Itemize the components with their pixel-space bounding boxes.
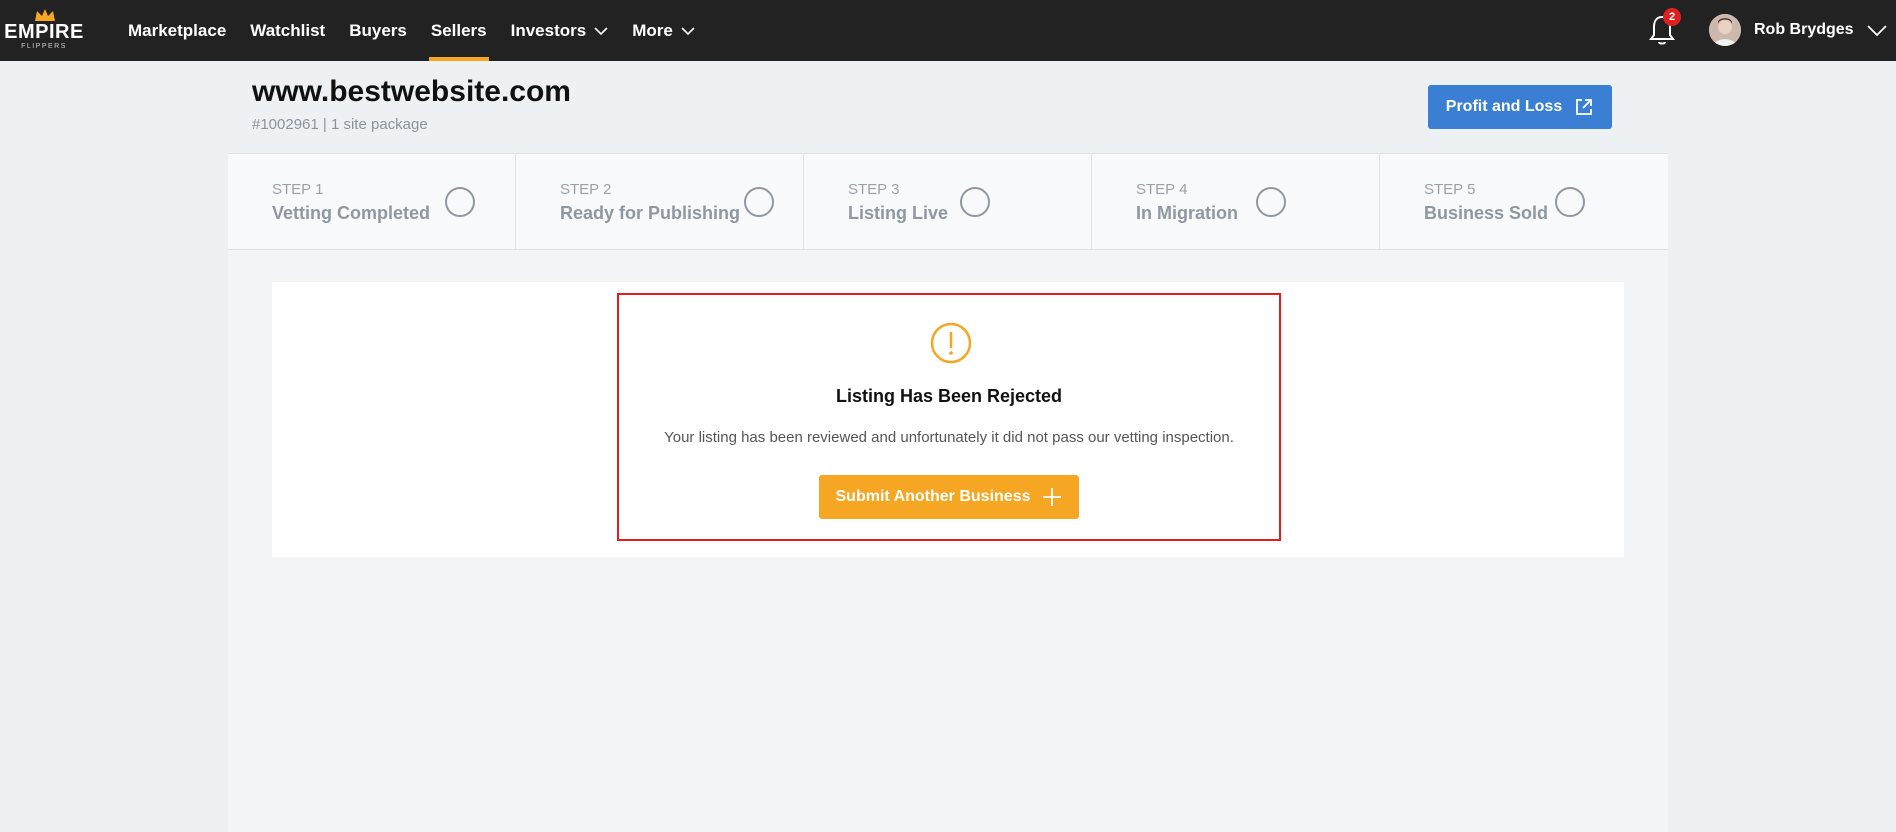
step-label: Vetting Completed <box>272 203 431 223</box>
step-1: STEP 1 Vetting Completed <box>228 154 516 250</box>
step-number: STEP 5 <box>1424 181 1476 198</box>
step-status-circle-icon <box>960 187 990 217</box>
step-status-circle-icon <box>1256 187 1286 217</box>
notification-badge: 2 <box>1663 8 1681 26</box>
rejection-message: Your listing has been reviewed and unfor… <box>664 429 1234 446</box>
step-status-circle-icon <box>1555 187 1585 217</box>
external-link-icon <box>1576 99 1593 115</box>
step-number: STEP 3 <box>848 181 900 198</box>
step-number: STEP 4 <box>1136 181 1188 198</box>
nav-marketplace[interactable]: Marketplace <box>116 0 238 61</box>
nav-investors[interactable]: Investors <box>499 0 621 61</box>
rejection-panel: Listing Has Been Rejected Your listing h… <box>617 293 1281 541</box>
rejection-title: Listing Has Been Rejected <box>835 386 1063 406</box>
avatar-image <box>1709 14 1741 46</box>
main-content: www.bestwebsite.com #1002961 | 1 site pa… <box>228 61 1668 832</box>
nav-sellers-label: Sellers <box>430 20 487 40</box>
empire-flippers-logo[interactable]: EMPIRE FLIPPERS <box>4 8 84 52</box>
page-title: www.bestwebsite.com <box>252 75 571 108</box>
profit-and-loss-button[interactable]: Profit and Loss <box>1428 85 1612 129</box>
nav-sellers[interactable]: Sellers <box>419 0 499 61</box>
nav-buyers[interactable]: Buyers <box>337 0 419 61</box>
step-5: STEP 5 Business Sold <box>1380 154 1668 250</box>
brand-name: EMPIRE <box>4 21 84 43</box>
main-nav: Marketplace Watchlist Buyers Sellers Inv… <box>116 0 707 61</box>
step-3: STEP 3 Listing Live <box>804 154 1092 250</box>
crown-icon <box>35 9 55 21</box>
status-card: Listing Has Been Rejected Your listing h… <box>272 282 1624 557</box>
step-status-circle-icon <box>744 187 774 217</box>
submit-another-business-button[interactable]: Submit Another Business <box>819 475 1079 519</box>
nav-marketplace-label: Marketplace <box>128 20 227 40</box>
avatar <box>1709 14 1741 46</box>
nav-more-label: More <box>632 20 673 40</box>
user-menu[interactable]: Rob Brydges <box>1709 12 1888 48</box>
step-status-circle-icon <box>445 187 475 217</box>
nav-more[interactable]: More <box>620 0 707 61</box>
chevron-down-icon <box>1866 25 1887 37</box>
nav-buyers-label: Buyers <box>349 20 407 40</box>
nav-watchlist-label: Watchlist <box>250 20 326 40</box>
listing-header: www.bestwebsite.com #1002961 | 1 site pa… <box>228 61 1668 153</box>
profit-and-loss-label: Profit and Loss <box>1445 98 1563 115</box>
step-label: Ready for Publishing <box>560 203 741 223</box>
chevron-down-icon <box>594 26 608 35</box>
step-number: STEP 1 <box>272 181 324 198</box>
warning-icon <box>930 322 972 364</box>
top-navbar: EMPIRE FLIPPERS Marketplace Watchlist Bu… <box>0 0 1896 61</box>
step-label: Business Sold <box>1424 203 1549 223</box>
nav-investors-label: Investors <box>510 20 587 40</box>
step-2: STEP 2 Ready for Publishing <box>516 154 804 250</box>
plus-icon <box>1043 488 1062 506</box>
nav-watchlist[interactable]: Watchlist <box>238 0 337 61</box>
step-4: STEP 4 In Migration <box>1092 154 1380 250</box>
user-name: Rob Brydges <box>1754 21 1854 38</box>
submit-another-business-label: Submit Another Business <box>835 488 1031 505</box>
chevron-down-icon <box>681 26 695 35</box>
progress-steps: STEP 1 Vetting Completed STEP 2 Ready fo… <box>228 153 1668 250</box>
step-number: STEP 2 <box>560 181 612 198</box>
listing-subtitle: #1002961 | 1 site package <box>252 116 428 133</box>
step-label: Listing Live <box>848 203 949 223</box>
step-label: In Migration <box>1136 203 1238 223</box>
brand-tagline: FLIPPERS <box>21 43 67 50</box>
